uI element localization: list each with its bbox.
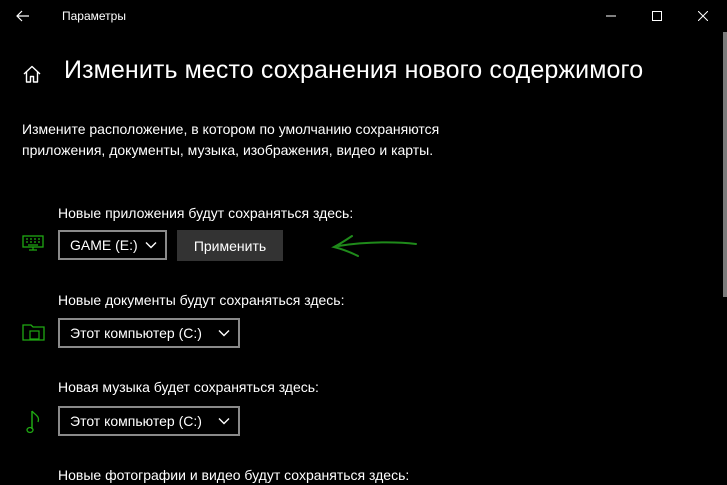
- minimize-button[interactable]: [588, 0, 634, 32]
- apps-location-label: Новые приложения будут сохраняться здесь…: [58, 205, 354, 221]
- page-title: Изменить место сохранения нового содержи…: [64, 56, 644, 84]
- page-description: Измените расположение, в котором по умол…: [22, 121, 440, 158]
- annotation-arrow: [331, 235, 417, 257]
- home-icon[interactable]: [22, 64, 42, 84]
- scrollbar[interactable]: [723, 32, 727, 297]
- documents-drive-select[interactable]: Этот компьютер (C:): [58, 318, 240, 348]
- title-bar: Параметры: [0, 0, 727, 32]
- music-drive-select[interactable]: Этот компьютер (C:): [58, 406, 240, 436]
- music-location-label: Новая музыка будет сохраняться здесь:: [58, 379, 319, 395]
- music-note-icon: [26, 410, 40, 434]
- keyboard-icon: [22, 235, 44, 251]
- documents-location-label: Новые документы будут сохраняться здесь:: [58, 292, 345, 308]
- chevron-down-icon: [218, 418, 230, 425]
- folder-icon: [22, 324, 45, 341]
- documents-drive-value: Этот компьютер (C:): [70, 325, 202, 341]
- close-button[interactable]: [680, 0, 726, 32]
- apps-drive-value: GAME (E:): [70, 237, 138, 253]
- minimize-icon: [606, 15, 616, 17]
- photos-location-label: Новые фотографии и видео будут сохранять…: [58, 467, 410, 483]
- back-arrow-icon: [16, 10, 29, 22]
- apps-drive-select[interactable]: GAME (E:): [58, 230, 167, 260]
- chevron-down-icon: [145, 242, 157, 249]
- apply-button[interactable]: Применить: [177, 230, 283, 261]
- chevron-down-icon: [218, 330, 230, 337]
- music-drive-value: Этот компьютер (C:): [70, 413, 202, 429]
- close-icon: [698, 11, 708, 21]
- maximize-button[interactable]: [634, 0, 680, 32]
- back-button[interactable]: [0, 0, 46, 32]
- app-title: Параметры: [62, 9, 126, 23]
- maximize-icon: [652, 11, 662, 21]
